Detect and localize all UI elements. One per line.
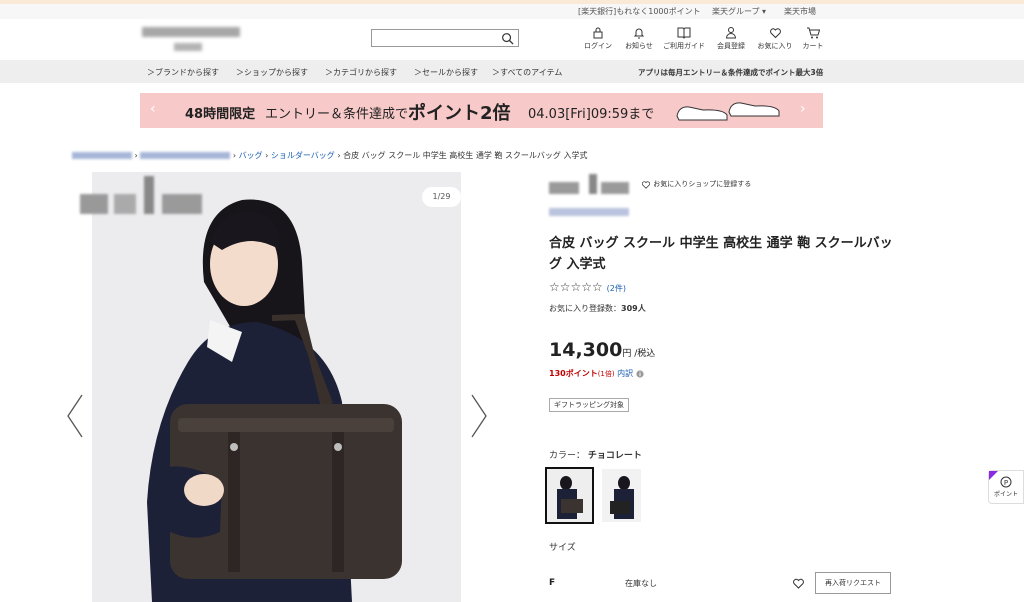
image-counter: 1/29 bbox=[422, 187, 461, 207]
site-header: ログイン お知らせ ご利用ガイド 会員登録 お気に入り カート bbox=[0, 19, 1024, 60]
nav-label: 会員登録 bbox=[717, 42, 745, 50]
stars-glyphs: ☆☆☆☆☆ bbox=[549, 280, 603, 294]
color-selector-label: カラー： チョコレート bbox=[549, 448, 642, 461]
bank-campaign-link[interactable]: [楽天銀行]もれなく1000ポイント bbox=[578, 6, 701, 17]
nav-register[interactable]: 会員登録 bbox=[711, 26, 751, 51]
color-label: カラー： bbox=[549, 451, 586, 461]
fav-shop-label: お気に入りショップに登録する bbox=[653, 180, 752, 188]
nav-label: お知らせ bbox=[625, 42, 653, 50]
campaign-banner[interactable]: ‹ 48時間限定 エントリー＆条件達成で ポイント2倍 04.03[Fri]09… bbox=[140, 93, 823, 128]
bell-icon bbox=[633, 28, 645, 39]
rating-stars[interactable]: ☆☆☆☆☆ (2件) bbox=[549, 280, 626, 294]
banner-next-icon[interactable]: › bbox=[800, 101, 806, 117]
cat-shop-link[interactable]: ＞ショップから探す bbox=[236, 67, 308, 78]
price-unit: 円 /税込 bbox=[622, 349, 656, 359]
app-promo-link[interactable]: アプリは毎月エントリー＆条件達成でポイント最大3倍 bbox=[638, 67, 823, 78]
nav-login[interactable]: ログイン bbox=[578, 26, 618, 51]
svg-text:P: P bbox=[1004, 479, 1008, 487]
shoes-illustration-icon bbox=[676, 102, 780, 121]
cat-sale-link[interactable]: ＞セールから探す bbox=[414, 67, 478, 78]
size-value: F bbox=[549, 578, 556, 588]
points-value: 130ポイント bbox=[549, 369, 598, 378]
model-with-bag-illustration bbox=[92, 172, 461, 602]
points-info: 130ポイント(1倍) 内訳 bbox=[549, 368, 644, 379]
banner-limited-text: 48時間限定 bbox=[185, 107, 256, 122]
price-value: 14,300 bbox=[549, 339, 623, 361]
nav-label: お気に入り bbox=[757, 42, 793, 50]
breadcrumb: › › バッグ › ショルダーバッグ › 合皮 バッグ スクール 中学生 高校生… bbox=[72, 150, 587, 161]
cart-icon bbox=[807, 27, 820, 39]
person-icon bbox=[725, 27, 737, 39]
info-icon[interactable] bbox=[636, 369, 644, 378]
banner-points-text: ポイント2倍 bbox=[408, 103, 511, 124]
points-icon: P bbox=[1000, 476, 1012, 488]
heart-icon bbox=[769, 28, 781, 39]
size-label: サイズ bbox=[549, 543, 576, 553]
gift-wrapping-badge: ギフトラッピング対象 bbox=[549, 398, 629, 412]
gallery-prev-icon[interactable] bbox=[66, 393, 84, 439]
favorite-count: お気に入り登録数：309人 bbox=[549, 303, 646, 314]
group-menu[interactable]: 楽天グループ ▾ bbox=[712, 6, 766, 17]
product-title: 合皮 バッグ スクール 中学生 高校生 通学 鞄 スクールバッグ 入学式 bbox=[549, 236, 893, 272]
brand-logo bbox=[78, 172, 208, 218]
fav-shop-link[interactable]: お気に入りショップに登録する bbox=[641, 179, 751, 189]
shop-logo-small[interactable] bbox=[549, 174, 631, 196]
search-input[interactable] bbox=[371, 29, 519, 47]
cat-brand-link[interactable]: ＞ブランドから探す bbox=[147, 67, 219, 78]
nav-guide[interactable]: ご利用ガイド bbox=[660, 26, 708, 51]
stock-status: 在庫なし bbox=[625, 579, 657, 588]
category-bar: ＞ブランドから探す ＞ショップから探す ＞カテゴリから探す ＞セールから探す ＞… bbox=[0, 60, 1024, 83]
nav-label: ログイン bbox=[584, 42, 612, 50]
color-swatch[interactable] bbox=[602, 469, 641, 522]
nav-notice[interactable]: お知らせ bbox=[619, 26, 659, 51]
heart-icon[interactable] bbox=[792, 577, 805, 589]
utility-bar: [楽天銀行]もれなく1000ポイント 楽天グループ ▾ 楽天市場 bbox=[0, 4, 1024, 19]
heart-icon bbox=[641, 180, 651, 189]
nav-label: カート bbox=[802, 42, 824, 50]
book-icon bbox=[677, 27, 691, 39]
color-swatch-selected[interactable] bbox=[545, 467, 594, 524]
shop-name-link[interactable] bbox=[549, 208, 629, 216]
points-rate: (1倍) bbox=[597, 370, 615, 378]
nav-label: ご利用ガイド bbox=[663, 42, 705, 50]
points-side-label: ポイント bbox=[993, 491, 1018, 498]
lock-icon bbox=[593, 27, 603, 39]
points-side-button[interactable]: P ポイント bbox=[988, 470, 1024, 504]
search-icon[interactable] bbox=[501, 32, 514, 45]
cat-all-link[interactable]: ＞すべてのアイテム bbox=[492, 67, 562, 78]
banner-prev-icon[interactable]: ‹ bbox=[150, 101, 156, 117]
breadcrumb-bag-link[interactable]: バッグ bbox=[239, 151, 263, 160]
breadcrumb-shoulder-link[interactable]: ショルダーバッグ bbox=[271, 151, 335, 160]
nav-favorites[interactable]: お気に入り bbox=[755, 26, 795, 51]
breadcrumb-current: 合皮 バッグ スクール 中学生 高校生 通学 鞄 スクールバッグ 入学式 bbox=[343, 151, 588, 160]
product-price: 14,300円 /税込 bbox=[549, 339, 655, 361]
color-value: チョコレート bbox=[587, 451, 642, 461]
review-count-link[interactable]: (2件) bbox=[607, 284, 626, 293]
points-detail-link[interactable]: 内訳 bbox=[617, 369, 633, 378]
gallery-next-icon[interactable] bbox=[470, 393, 488, 439]
breadcrumb-shop-link[interactable] bbox=[140, 152, 231, 159]
cat-category-link[interactable]: ＞カテゴリから探す bbox=[325, 67, 397, 78]
shop-logo[interactable] bbox=[140, 27, 242, 55]
product-main-image[interactable] bbox=[92, 172, 461, 602]
restock-request-button[interactable]: 再入荷リクエスト bbox=[815, 572, 891, 594]
breadcrumb-home-link[interactable] bbox=[72, 152, 132, 159]
banner-entry-text: エントリー＆条件達成で bbox=[265, 107, 409, 122]
nav-cart[interactable]: カート bbox=[793, 26, 833, 51]
ichiba-link[interactable]: 楽天市場 bbox=[784, 6, 816, 17]
fav-count-label: お気に入り登録数： bbox=[549, 304, 621, 313]
banner-deadline-text: 04.03[Fri]09:59まで bbox=[528, 107, 655, 122]
fav-count-value: 309人 bbox=[621, 304, 646, 313]
